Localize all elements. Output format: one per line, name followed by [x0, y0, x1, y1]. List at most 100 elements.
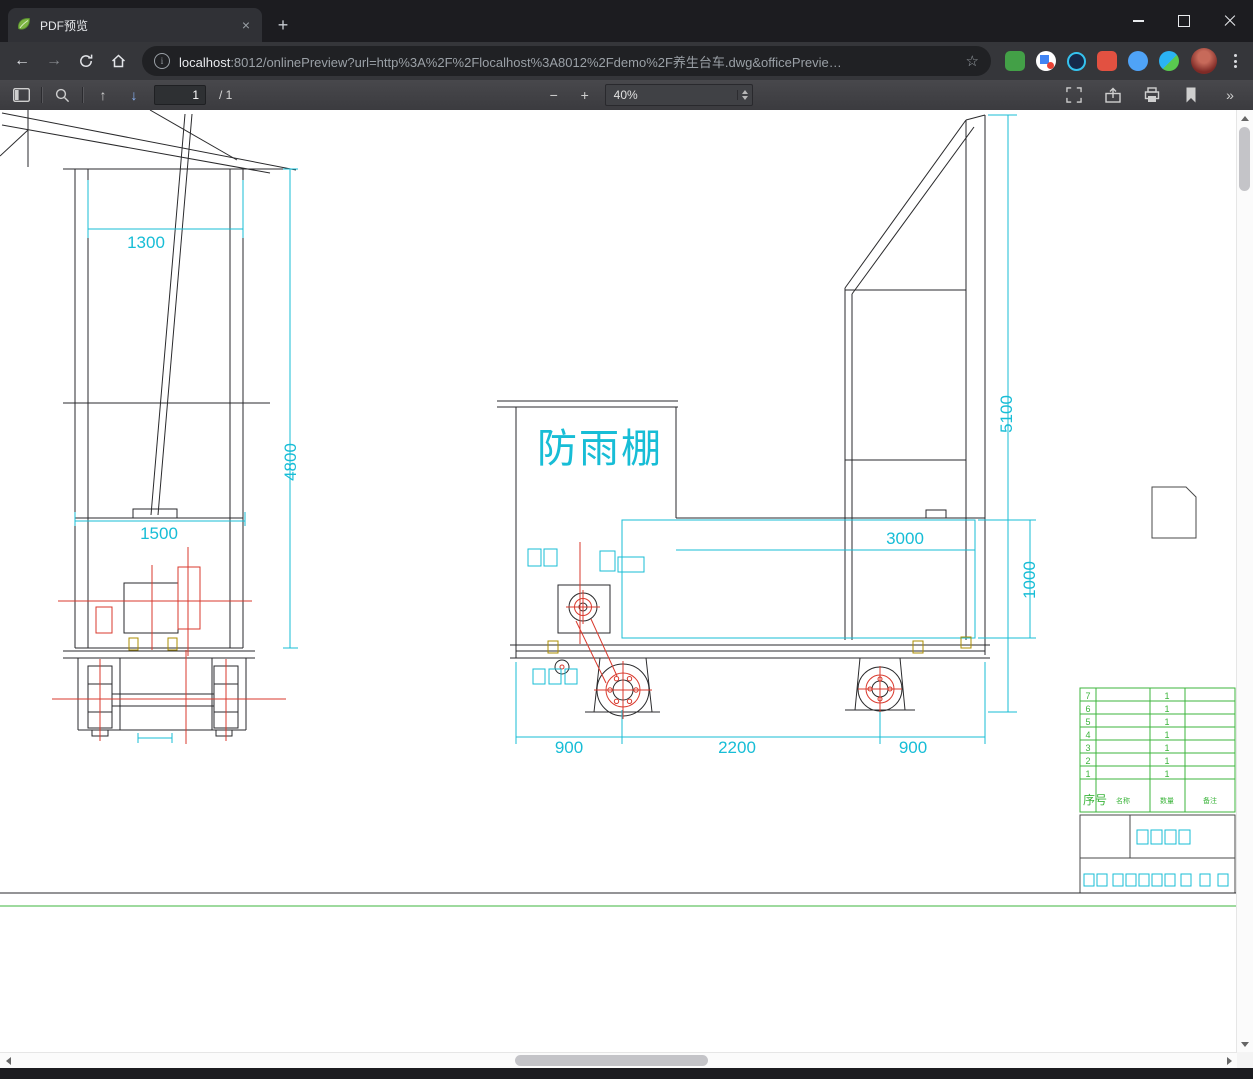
- dim-front-top-width: 1300: [127, 233, 165, 252]
- parts-table: 7 6 5 4 3 2 1 1 1 1 1 1 1 1 序号 名称 数量 备注: [1079, 687, 1236, 813]
- table-row-no: 5: [1085, 717, 1090, 727]
- bookmark-button[interactable]: [1180, 84, 1202, 106]
- table-row-qty: 1: [1164, 691, 1169, 701]
- sidebar-toggle-icon: [12, 88, 30, 102]
- table-row-no: 7: [1085, 691, 1090, 701]
- table-header-name: 名称: [1116, 796, 1130, 805]
- bookmark-star-icon[interactable]: ☆: [966, 52, 979, 70]
- sheet-border: [0, 892, 1237, 907]
- profile-avatar[interactable]: [1191, 48, 1217, 74]
- back-button[interactable]: ←: [8, 47, 36, 75]
- reload-button[interactable]: [72, 47, 100, 75]
- page-info-icon[interactable]: i: [154, 53, 170, 69]
- pdf-page-view: 1300 4800 1500 防雨棚 3000 1000 5100 900 22…: [0, 110, 1253, 1052]
- search-icon: [55, 88, 69, 102]
- table-row-qty: 1: [1164, 704, 1169, 714]
- new-tab-button[interactable]: +: [270, 12, 296, 38]
- pdf-toolbar-center: − + 40%: [543, 84, 753, 106]
- table-row-qty: 1: [1164, 756, 1169, 766]
- dim-side-wheelbase: 2200: [718, 738, 756, 757]
- dim-front-base-width: 1500: [140, 524, 178, 543]
- table-row-no: 1: [1085, 769, 1090, 779]
- extension-icon-2[interactable]: [1036, 51, 1056, 71]
- print-button[interactable]: [1141, 84, 1163, 106]
- next-page-button[interactable]: ↓: [123, 84, 145, 106]
- dim-side-front-overhang: 900: [555, 738, 583, 757]
- table-row-qty: 1: [1164, 730, 1169, 740]
- tab-close-icon[interactable]: ×: [238, 17, 254, 33]
- table-header-note: 备注: [1203, 796, 1217, 805]
- horizontal-scrollbar[interactable]: [0, 1052, 1237, 1069]
- table-row-no: 3: [1085, 743, 1090, 753]
- dim-side-box-height: 1000: [1020, 561, 1039, 599]
- jpg-file-icon: JPG: [1151, 486, 1197, 539]
- forward-button[interactable]: →: [40, 47, 68, 75]
- table-header-qty: 数量: [1160, 796, 1174, 805]
- home-button[interactable]: [104, 47, 132, 75]
- extension-icon-3[interactable]: [1067, 51, 1086, 71]
- jpg-badge-label: JPG: [1155, 505, 1183, 521]
- minimize-button[interactable]: [1115, 0, 1161, 42]
- scroll-down-button[interactable]: [1237, 1036, 1253, 1052]
- navigation-bar: ← → i localhost:8012/onlinePreview?url=h…: [0, 42, 1253, 80]
- url-path: :8012/onlinePreview?url=http%3A%2F%2Floc…: [230, 54, 842, 70]
- sidebar-toggle-button[interactable]: [10, 84, 32, 106]
- vertical-scroll-thumb[interactable]: [1239, 127, 1250, 191]
- open-file-button[interactable]: [1102, 84, 1124, 106]
- pdf-toolbar-right: »: [1063, 84, 1253, 106]
- fullscreen-icon: [1066, 87, 1082, 103]
- dim-side-total-height: 5100: [997, 395, 1016, 433]
- cad-front-view: 1300 4800 1500: [0, 110, 300, 744]
- print-icon: [1144, 87, 1160, 102]
- more-tools-button[interactable]: »: [1219, 84, 1241, 106]
- page-number-input[interactable]: [154, 85, 206, 105]
- zoom-level-value: 40%: [613, 88, 638, 102]
- tab-strip: PDF预览 × +: [0, 0, 1253, 42]
- window-controls: [1115, 0, 1253, 42]
- extension-icon-4[interactable]: [1097, 51, 1117, 71]
- extension-icon-6[interactable]: [1159, 51, 1179, 71]
- select-spinner-icon: [736, 90, 748, 100]
- vertical-scrollbar[interactable]: [1236, 110, 1253, 1052]
- leaf-favicon-icon: [16, 16, 32, 35]
- zoom-in-button[interactable]: +: [574, 84, 596, 106]
- table-row-qty: 1: [1164, 717, 1169, 727]
- zoom-select[interactable]: 40%: [604, 84, 753, 106]
- scroll-right-button[interactable]: [1221, 1053, 1237, 1069]
- cad-side-view: 防雨棚 3000 1000 5100 900 2200 900: [497, 114, 1039, 757]
- browser-menu-button[interactable]: [1225, 47, 1245, 75]
- open-file-icon: [1105, 87, 1121, 103]
- canopy-label: 防雨棚: [537, 427, 663, 471]
- url-host: localhost: [179, 54, 231, 70]
- window-bottom-edge: [0, 1068, 1253, 1079]
- browser-tab[interactable]: PDF预览 ×: [8, 8, 262, 42]
- table-row-qty: 1: [1164, 769, 1169, 779]
- extensions-row: [1005, 51, 1179, 71]
- table-header-no: 序号: [1083, 792, 1107, 807]
- close-window-button[interactable]: [1207, 0, 1253, 42]
- presentation-mode-button[interactable]: [1063, 84, 1085, 106]
- search-button[interactable]: [51, 84, 73, 106]
- home-icon: [111, 54, 125, 68]
- dim-side-rear-overhang: 900: [899, 738, 927, 757]
- horizontal-scroll-thumb[interactable]: [515, 1055, 708, 1066]
- reload-icon: [80, 54, 93, 67]
- maximize-button[interactable]: [1161, 0, 1207, 42]
- scroll-up-button[interactable]: [1237, 110, 1253, 126]
- minimize-icon: [1132, 20, 1144, 22]
- pdf-toolbar: ↑ ↓ / 1 − + 40% »: [0, 80, 1253, 111]
- maximize-icon: [1178, 15, 1190, 27]
- pdf-toolbar-left: ↑ ↓ / 1: [0, 84, 232, 106]
- bookmark-icon: [1186, 87, 1196, 103]
- extension-icon-1[interactable]: [1005, 51, 1025, 71]
- scrollbar-corner: [1237, 1052, 1253, 1068]
- address-bar[interactable]: i localhost:8012/onlinePreview?url=http%…: [142, 46, 991, 76]
- extension-icon-5[interactable]: [1128, 51, 1148, 71]
- table-row-no: 6: [1085, 704, 1090, 714]
- zoom-out-button[interactable]: −: [543, 84, 565, 106]
- table-row-no: 2: [1085, 756, 1090, 766]
- close-icon: [1224, 15, 1236, 27]
- scroll-left-button[interactable]: [0, 1053, 16, 1069]
- previous-page-button[interactable]: ↑: [92, 84, 114, 106]
- title-block: [1079, 814, 1236, 894]
